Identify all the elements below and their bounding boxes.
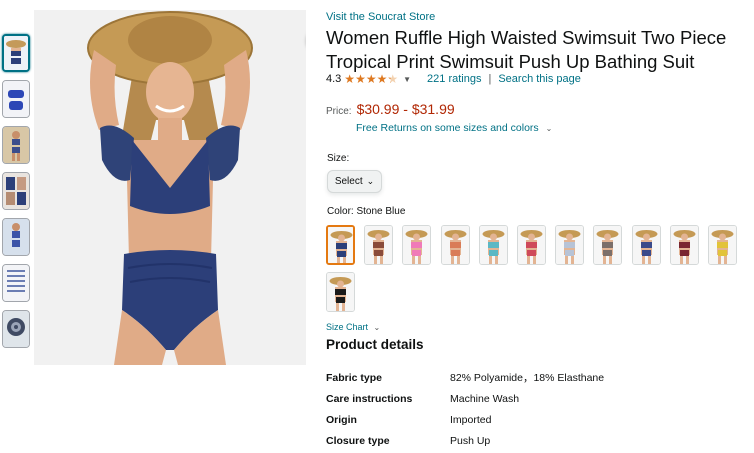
color-swatch[interactable] <box>402 225 432 265</box>
color-swatch[interactable] <box>440 225 470 265</box>
price-value: $30.99 - $31.99 <box>356 101 455 117</box>
star-rating[interactable]: ★ ★ ★ ★ ★ <box>344 73 398 85</box>
chevron-down-icon: ⌄ <box>373 323 381 332</box>
thumbnail-image[interactable] <box>2 126 30 164</box>
detail-value: Imported <box>450 413 492 426</box>
model-photo <box>34 10 306 365</box>
thumbnail-strip <box>2 34 32 356</box>
free-returns-text: Free Returns on some sizes and colors <box>356 122 539 134</box>
size-chart-text: Size Chart <box>326 322 369 332</box>
detail-value: Push Up <box>450 434 491 447</box>
color-swatch[interactable] <box>593 225 623 265</box>
color-swatch[interactable] <box>669 225 699 265</box>
color-swatch[interactable] <box>478 225 508 265</box>
table-row: Care instructions Machine Wash <box>326 388 604 409</box>
thumbnail-image[interactable] <box>2 80 30 118</box>
product-details-table: Fabric type 82% Polyamide，18% Elasthane … <box>326 367 604 451</box>
product-details-title: Product details <box>326 337 424 352</box>
table-row: Origin Imported <box>326 409 604 430</box>
color-swatch[interactable] <box>517 225 546 265</box>
detail-key: Care instructions <box>326 392 413 405</box>
thumbnail-image[interactable] <box>2 172 30 210</box>
thumbnail-image[interactable] <box>2 310 30 348</box>
free-returns-link[interactable]: Free Returns on some sizes and colors ⌄ <box>356 122 552 134</box>
thumbnail-image[interactable] <box>2 264 30 302</box>
price-row: Price: $30.99 - $31.99 <box>326 101 455 117</box>
star-icon: ★ <box>387 72 399 86</box>
color-swatch[interactable] <box>326 225 355 265</box>
detail-value: Machine Wash <box>450 392 520 405</box>
detail-value: 82% Polyamide，18% Elasthane <box>450 372 605 384</box>
search-page-link[interactable]: Search this page <box>498 73 581 85</box>
price-label: Price: <box>326 106 352 117</box>
rating-value: 4.3 <box>326 73 342 85</box>
thumbnail-image[interactable] <box>2 34 30 72</box>
detail-key: Fabric type <box>326 371 383 384</box>
chevron-down-icon[interactable]: ▼ <box>403 75 411 84</box>
product-title: Women Ruffle High Waisted Swimsuit Two P… <box>326 27 727 72</box>
rating-row: 4.3 ★ ★ ★ ★ ★ ▼ 221 ratings | Search this pa… <box>326 73 581 85</box>
star-icon: ★ <box>365 72 377 86</box>
store-link[interactable]: Visit the Soucrat Store <box>326 11 435 23</box>
star-icon: ★ <box>344 72 356 86</box>
color-swatch[interactable] <box>708 225 737 265</box>
color-label: Color: Stone Blue <box>327 206 406 217</box>
star-icon: ★ <box>355 72 366 86</box>
ratings-count-link[interactable]: 221 ratings <box>427 73 481 85</box>
table-row: Closure type Push Up <box>326 430 604 451</box>
color-swatch[interactable] <box>364 225 394 265</box>
detail-key: Closure type <box>326 434 390 447</box>
size-select-dropdown[interactable]: Select ⌄ <box>327 170 382 193</box>
chevron-down-icon: ⌄ <box>366 176 375 186</box>
size-select-label: Select <box>334 176 363 187</box>
star-icon: ★ <box>376 72 388 86</box>
size-label: Size: <box>327 153 350 164</box>
color-swatch[interactable] <box>326 272 355 312</box>
detail-key: Origin <box>326 413 357 426</box>
size-chart-link[interactable]: Size Chart ⌄ <box>326 322 380 332</box>
color-swatch[interactable] <box>555 225 585 265</box>
main-product-image[interactable] <box>34 10 306 365</box>
color-swatch[interactable] <box>631 225 661 265</box>
thumbnail-image[interactable] <box>2 218 30 256</box>
table-row: Fabric type 82% Polyamide，18% Elasthane <box>326 367 604 388</box>
separator: | <box>488 73 492 85</box>
chevron-down-icon: ⌄ <box>545 124 553 133</box>
